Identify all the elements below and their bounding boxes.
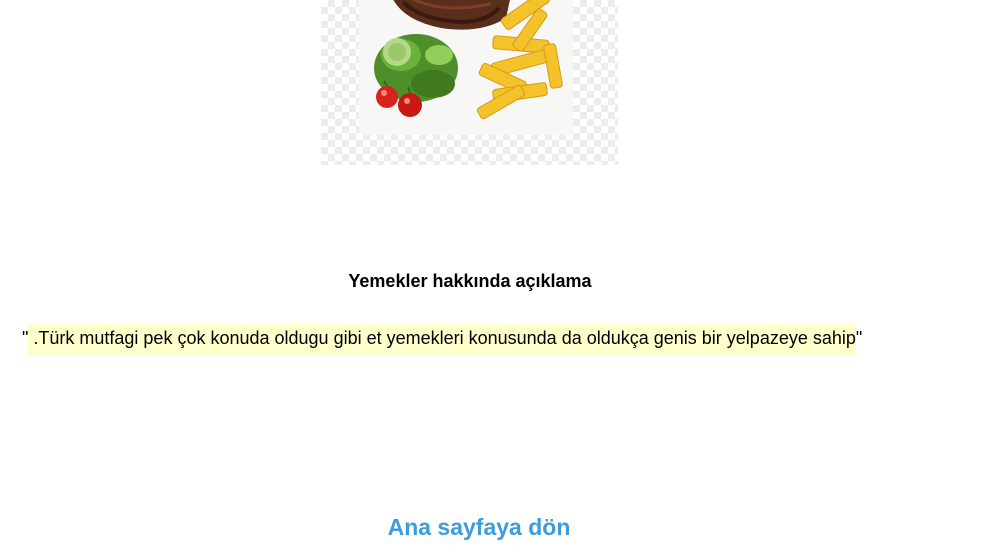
close-quote: " [855,328,863,348]
description-quote: " .Türk mutfagi pek çok konuda oldugu gi… [22,324,863,356]
food-plate-image [321,0,618,165]
food-plate-icon [359,0,573,135]
home-link[interactable]: Ana sayfaya dön [0,514,958,541]
description-title: Yemekler hakkında açıklama [348,271,592,291]
page: Yemekler hakkında açıklama " .Türk mutfa… [0,0,997,557]
description-text: .Türk mutfagi pek çok konuda oldugu gibi… [28,324,856,356]
